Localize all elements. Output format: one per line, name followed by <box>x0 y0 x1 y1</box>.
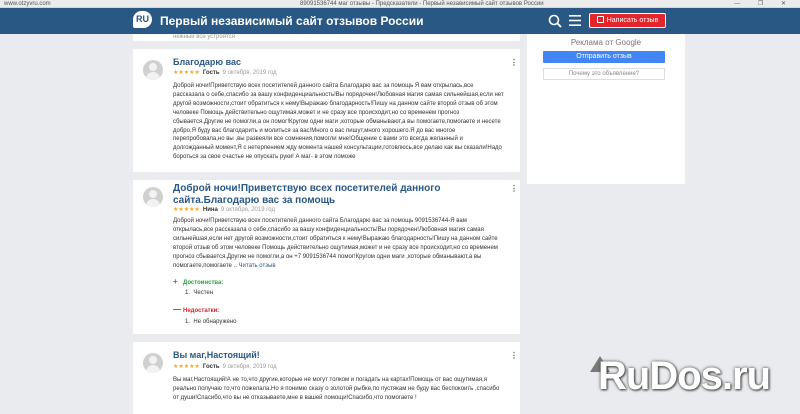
review-text-body: Доброй ночи!Приветствую всех посетителей… <box>173 218 498 269</box>
review-title[interactable]: Благодарю вас <box>173 57 503 68</box>
review-card: Благодарю вас ⋮ ★★★★★ Гость 9 октября, 201… <box>133 49 520 179</box>
review-separator <box>133 172 520 180</box>
watermark-text: RuDos.ru <box>598 354 771 398</box>
menu-icon[interactable] <box>569 15 581 26</box>
review-date: 9 октября, 2019 год <box>222 70 277 76</box>
review-text: Доброй ночи!Приветствую всех посетителей… <box>173 83 504 161</box>
pros-item: 1. Честен <box>185 290 213 297</box>
avatar <box>143 353 163 373</box>
review-separator <box>133 41 520 49</box>
browser-tab-title: 89091536744 маг отзывы - Предсказатели -… <box>300 1 544 7</box>
rating-stars: ★★★★★ <box>173 364 200 370</box>
review-card: Доброй ночи!Приветствую всех посетителей… <box>133 180 520 345</box>
write-review-label: Написать отзыв <box>606 17 659 24</box>
review-meta: ★★★★★ Гость 9 октября, 2019 год <box>173 364 277 371</box>
search-icon[interactable] <box>548 14 562 28</box>
google-ad-block: Реклама от Google Отправить отзыв Почему… <box>527 34 685 184</box>
ad-label: Реклама от Google <box>570 38 642 47</box>
review-title[interactable]: Вы маг,Настоящий! <box>173 350 503 361</box>
review-text: Вы маг,Настоящий!А не то,что другие,кото… <box>173 377 500 401</box>
pros-label-text: Достоинства: <box>183 280 224 286</box>
reviews-column: нежный все устроятся Благодарю вас ⋮ ★★★… <box>133 34 520 414</box>
minus-icon: — <box>173 305 181 314</box>
avatar <box>143 187 163 207</box>
cons-label: — Недостатки: <box>173 306 219 315</box>
plus-icon: + <box>173 277 178 286</box>
read-more-link[interactable]: Читать отзыв <box>239 263 276 269</box>
pros-item-text: Честен <box>193 290 214 296</box>
review-separator <box>133 334 520 342</box>
site-title[interactable]: Первый независимый сайт отзывов России <box>160 13 423 29</box>
more-options-icon[interactable]: ⋮ <box>510 59 518 67</box>
site-logo[interactable]: RU <box>133 11 152 28</box>
review-text: Доброй ночи!Приветствую всех посетителей… <box>173 217 505 270</box>
window-controls[interactable]: — ❐ ✕ <box>734 0 794 7</box>
browser-title-bar: www.otzyvru.com 89091536744 маг отзывы -… <box>0 0 800 8</box>
browser-url[interactable]: www.otzyvru.com <box>4 0 51 7</box>
review-title[interactable]: Доброй ночи!Приветствую всех посетителей… <box>173 183 503 207</box>
review-author[interactable]: Нина <box>203 207 218 213</box>
review-card: Вы маг,Настоящий! ⋮ ★★★★★ Гость 9 октября,… <box>133 342 520 414</box>
pros-item-number: 1. <box>185 290 191 296</box>
review-date: 9 октября, 2019 год <box>220 207 275 213</box>
rating-stars: ★★★★★ <box>173 207 200 213</box>
why-this-ad-button[interactable]: Почему это объявление? <box>543 68 665 80</box>
send-feedback-button[interactable]: Отправить отзыв <box>543 51 665 63</box>
review-meta: ★★★★★ Гость 9 октября, 2019 год <box>173 70 277 77</box>
cons-item: 1. Не обнаружено <box>185 319 236 326</box>
previous-review-fragment: нежный все устроятся <box>173 34 235 40</box>
cons-item-number: 1. <box>185 319 191 325</box>
pencil-icon <box>596 16 604 23</box>
cons-label-text: Недостатки: <box>183 308 220 314</box>
site-header: RU Первый независимый сайт отзывов Росси… <box>0 8 800 34</box>
review-author[interactable]: Гость <box>203 364 220 370</box>
watermark: RuDos.ru <box>590 346 795 410</box>
review-author[interactable]: Гость <box>203 70 220 76</box>
cons-item-text: Не обнаружено <box>193 319 237 325</box>
avatar <box>143 60 163 80</box>
review-meta: ★★★★★ Нина 9 октября, 2019 год <box>173 207 275 214</box>
rating-stars: ★★★★★ <box>173 70 200 76</box>
pros-label: + Достоинства: <box>173 278 223 287</box>
more-options-icon[interactable]: ⋮ <box>510 185 518 193</box>
review-date: 9 октября, 2019 год <box>222 364 277 370</box>
write-review-button[interactable]: Написать отзыв <box>589 13 666 28</box>
more-options-icon[interactable]: ⋮ <box>510 352 518 360</box>
